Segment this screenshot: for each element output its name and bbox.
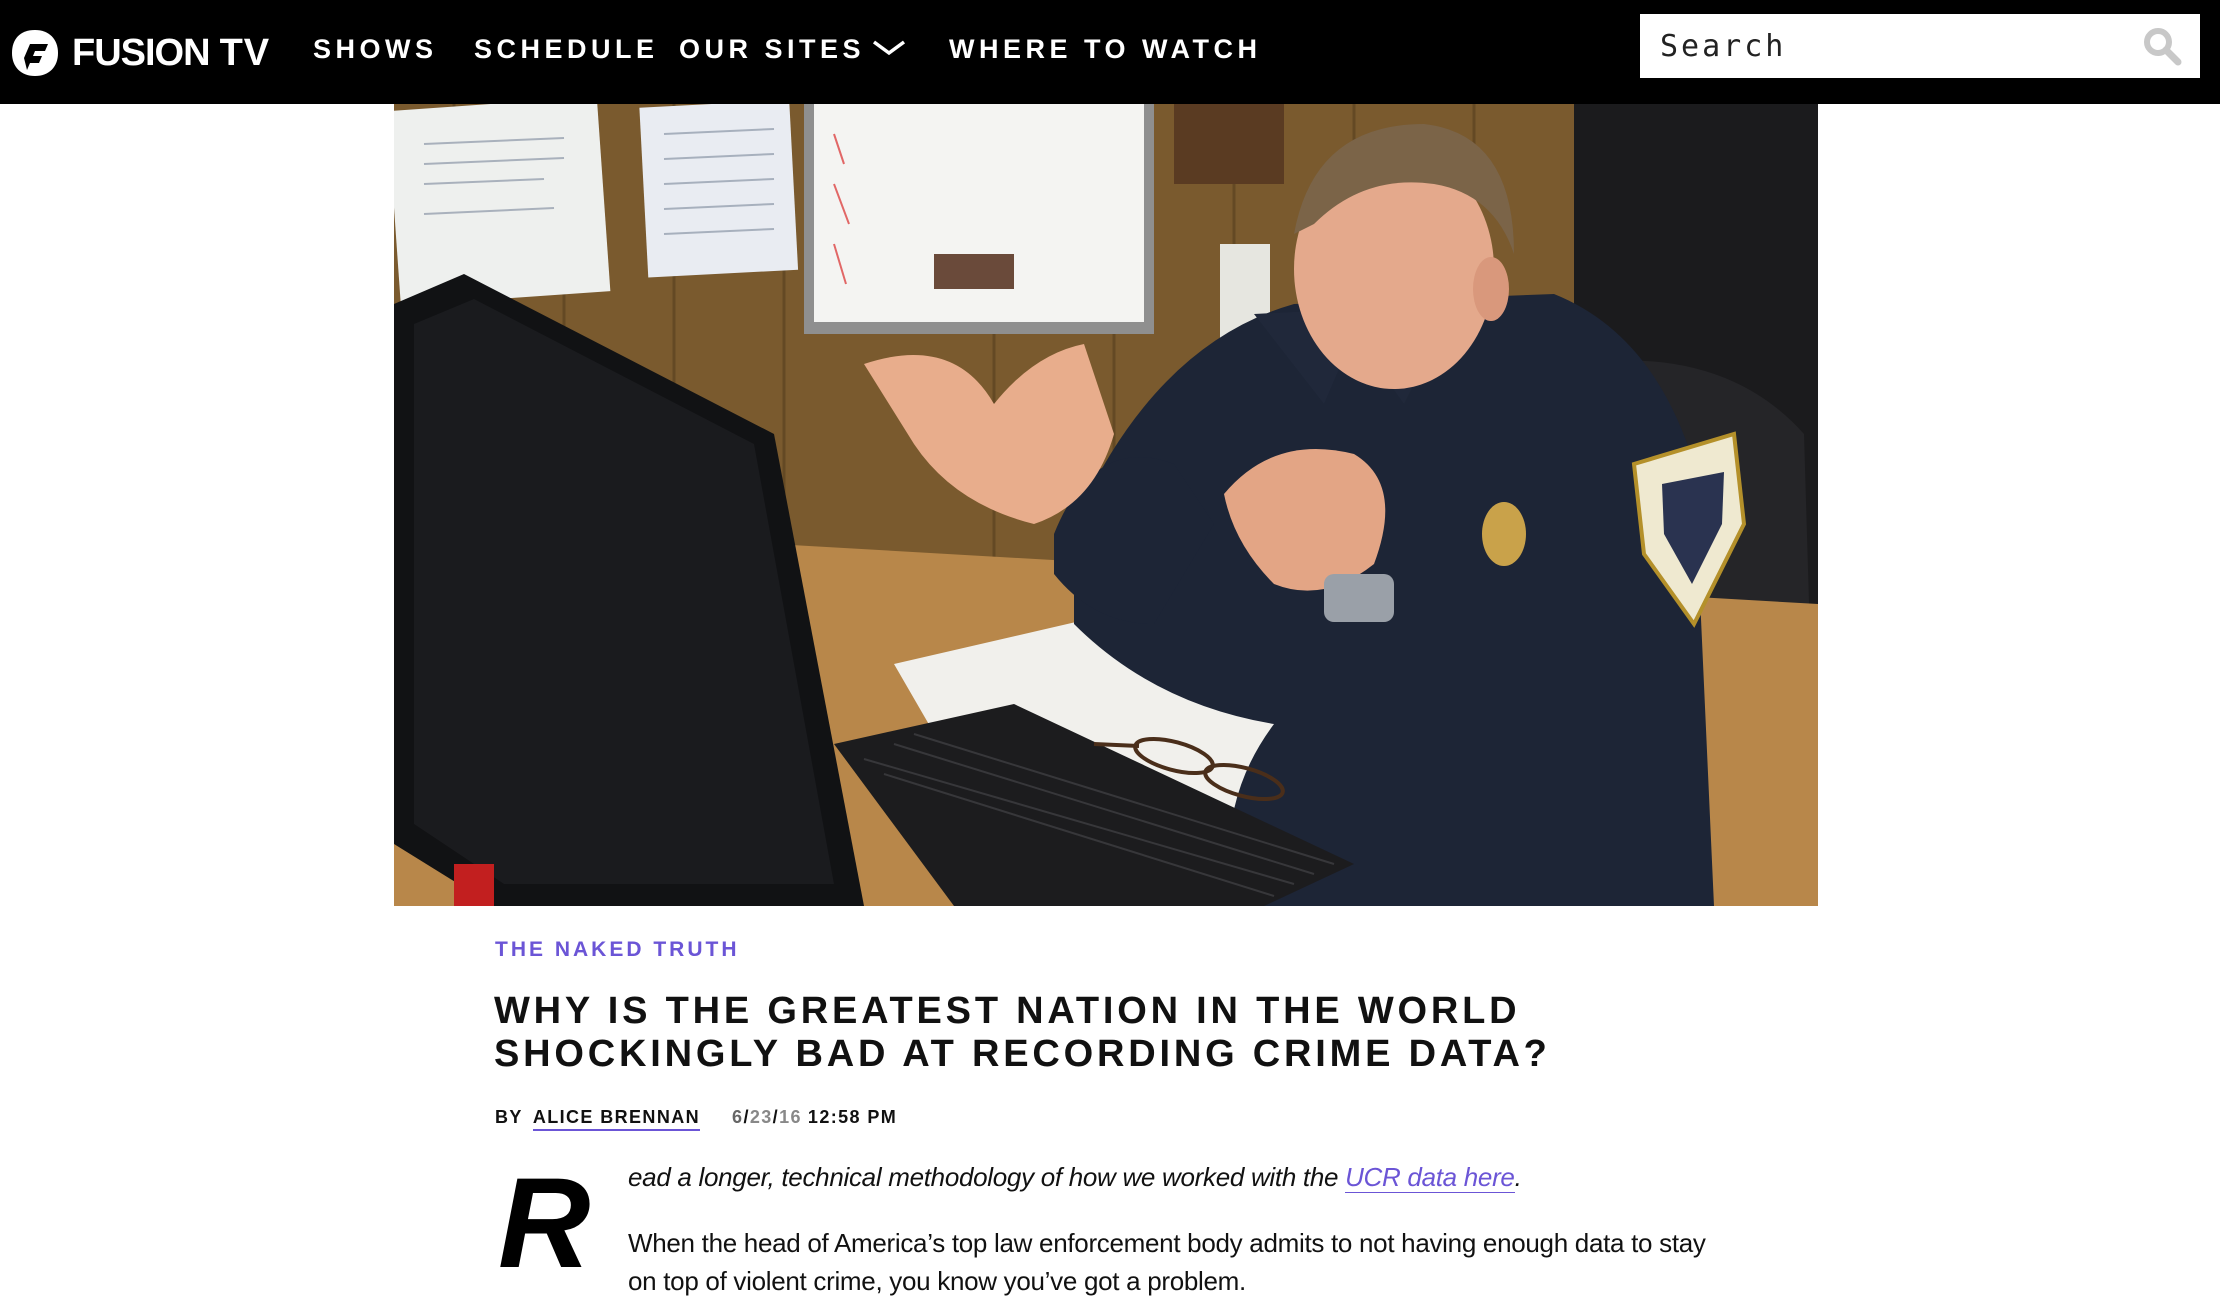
nav-where-to-watch[interactable]: WHERE TO WATCH	[949, 32, 1262, 66]
red-cup	[454, 864, 494, 906]
headline-line-2: SHOCKINGLY BAD AT RECORDING CRIME DATA?	[494, 1033, 1551, 1075]
fusion-tv-logo[interactable]: FUSION TV	[10, 26, 270, 80]
article-kicker[interactable]: THE NAKED TRUTH	[495, 938, 740, 962]
chevron-down-icon[interactable]	[872, 38, 906, 58]
police-badge-icon	[1482, 502, 1526, 566]
wall-paper	[394, 104, 611, 306]
whiteboard	[814, 104, 1144, 322]
nav-schedule[interactable]: SCHEDULE	[474, 32, 659, 66]
drop-cap: R	[498, 1152, 591, 1295]
nav-shows[interactable]: SHOWS	[313, 32, 438, 66]
ucr-data-link[interactable]: UCR data here	[1345, 1162, 1515, 1193]
body-paragraph: When the head of America’s top law enfor…	[628, 1228, 1706, 1296]
nav-our-sites[interactable]: OUR SITES	[679, 32, 865, 66]
top-navigation-bar: FUSION TV SHOWS SCHEDULE OUR SITES WHERE …	[0, 0, 2220, 104]
search-icon[interactable]	[2142, 26, 2182, 66]
search-input[interactable]	[1640, 14, 2142, 78]
publish-time: 12:58 PM	[807, 1107, 898, 1127]
by-label: BY	[495, 1107, 523, 1127]
article-byline: BY ALICE BRENNAN 6/23/16 12:58 PM	[495, 1107, 897, 1131]
author-link[interactable]: ALICE BRENNAN	[532, 1107, 701, 1131]
wall-paper	[639, 104, 799, 278]
logo-wordmark: FUSION	[72, 32, 211, 74]
watch-icon	[1324, 574, 1394, 622]
hero-photo-illustration	[394, 104, 1818, 906]
logo-tv-suffix: TV	[219, 32, 271, 74]
article-headline: WHY IS THE GREATEST NATION IN THE WORLD …	[494, 990, 1654, 1076]
publish-date: 6/23/16	[732, 1107, 802, 1127]
lead-paragraph: ead a longer, technical methodology of h…	[628, 1162, 1522, 1193]
hero-photo	[394, 104, 1818, 906]
headline-line-1: WHY IS THE GREATEST NATION IN THE WORLD	[494, 990, 1521, 1032]
search-box	[1640, 14, 2200, 78]
fusion-logo-icon	[12, 30, 58, 76]
